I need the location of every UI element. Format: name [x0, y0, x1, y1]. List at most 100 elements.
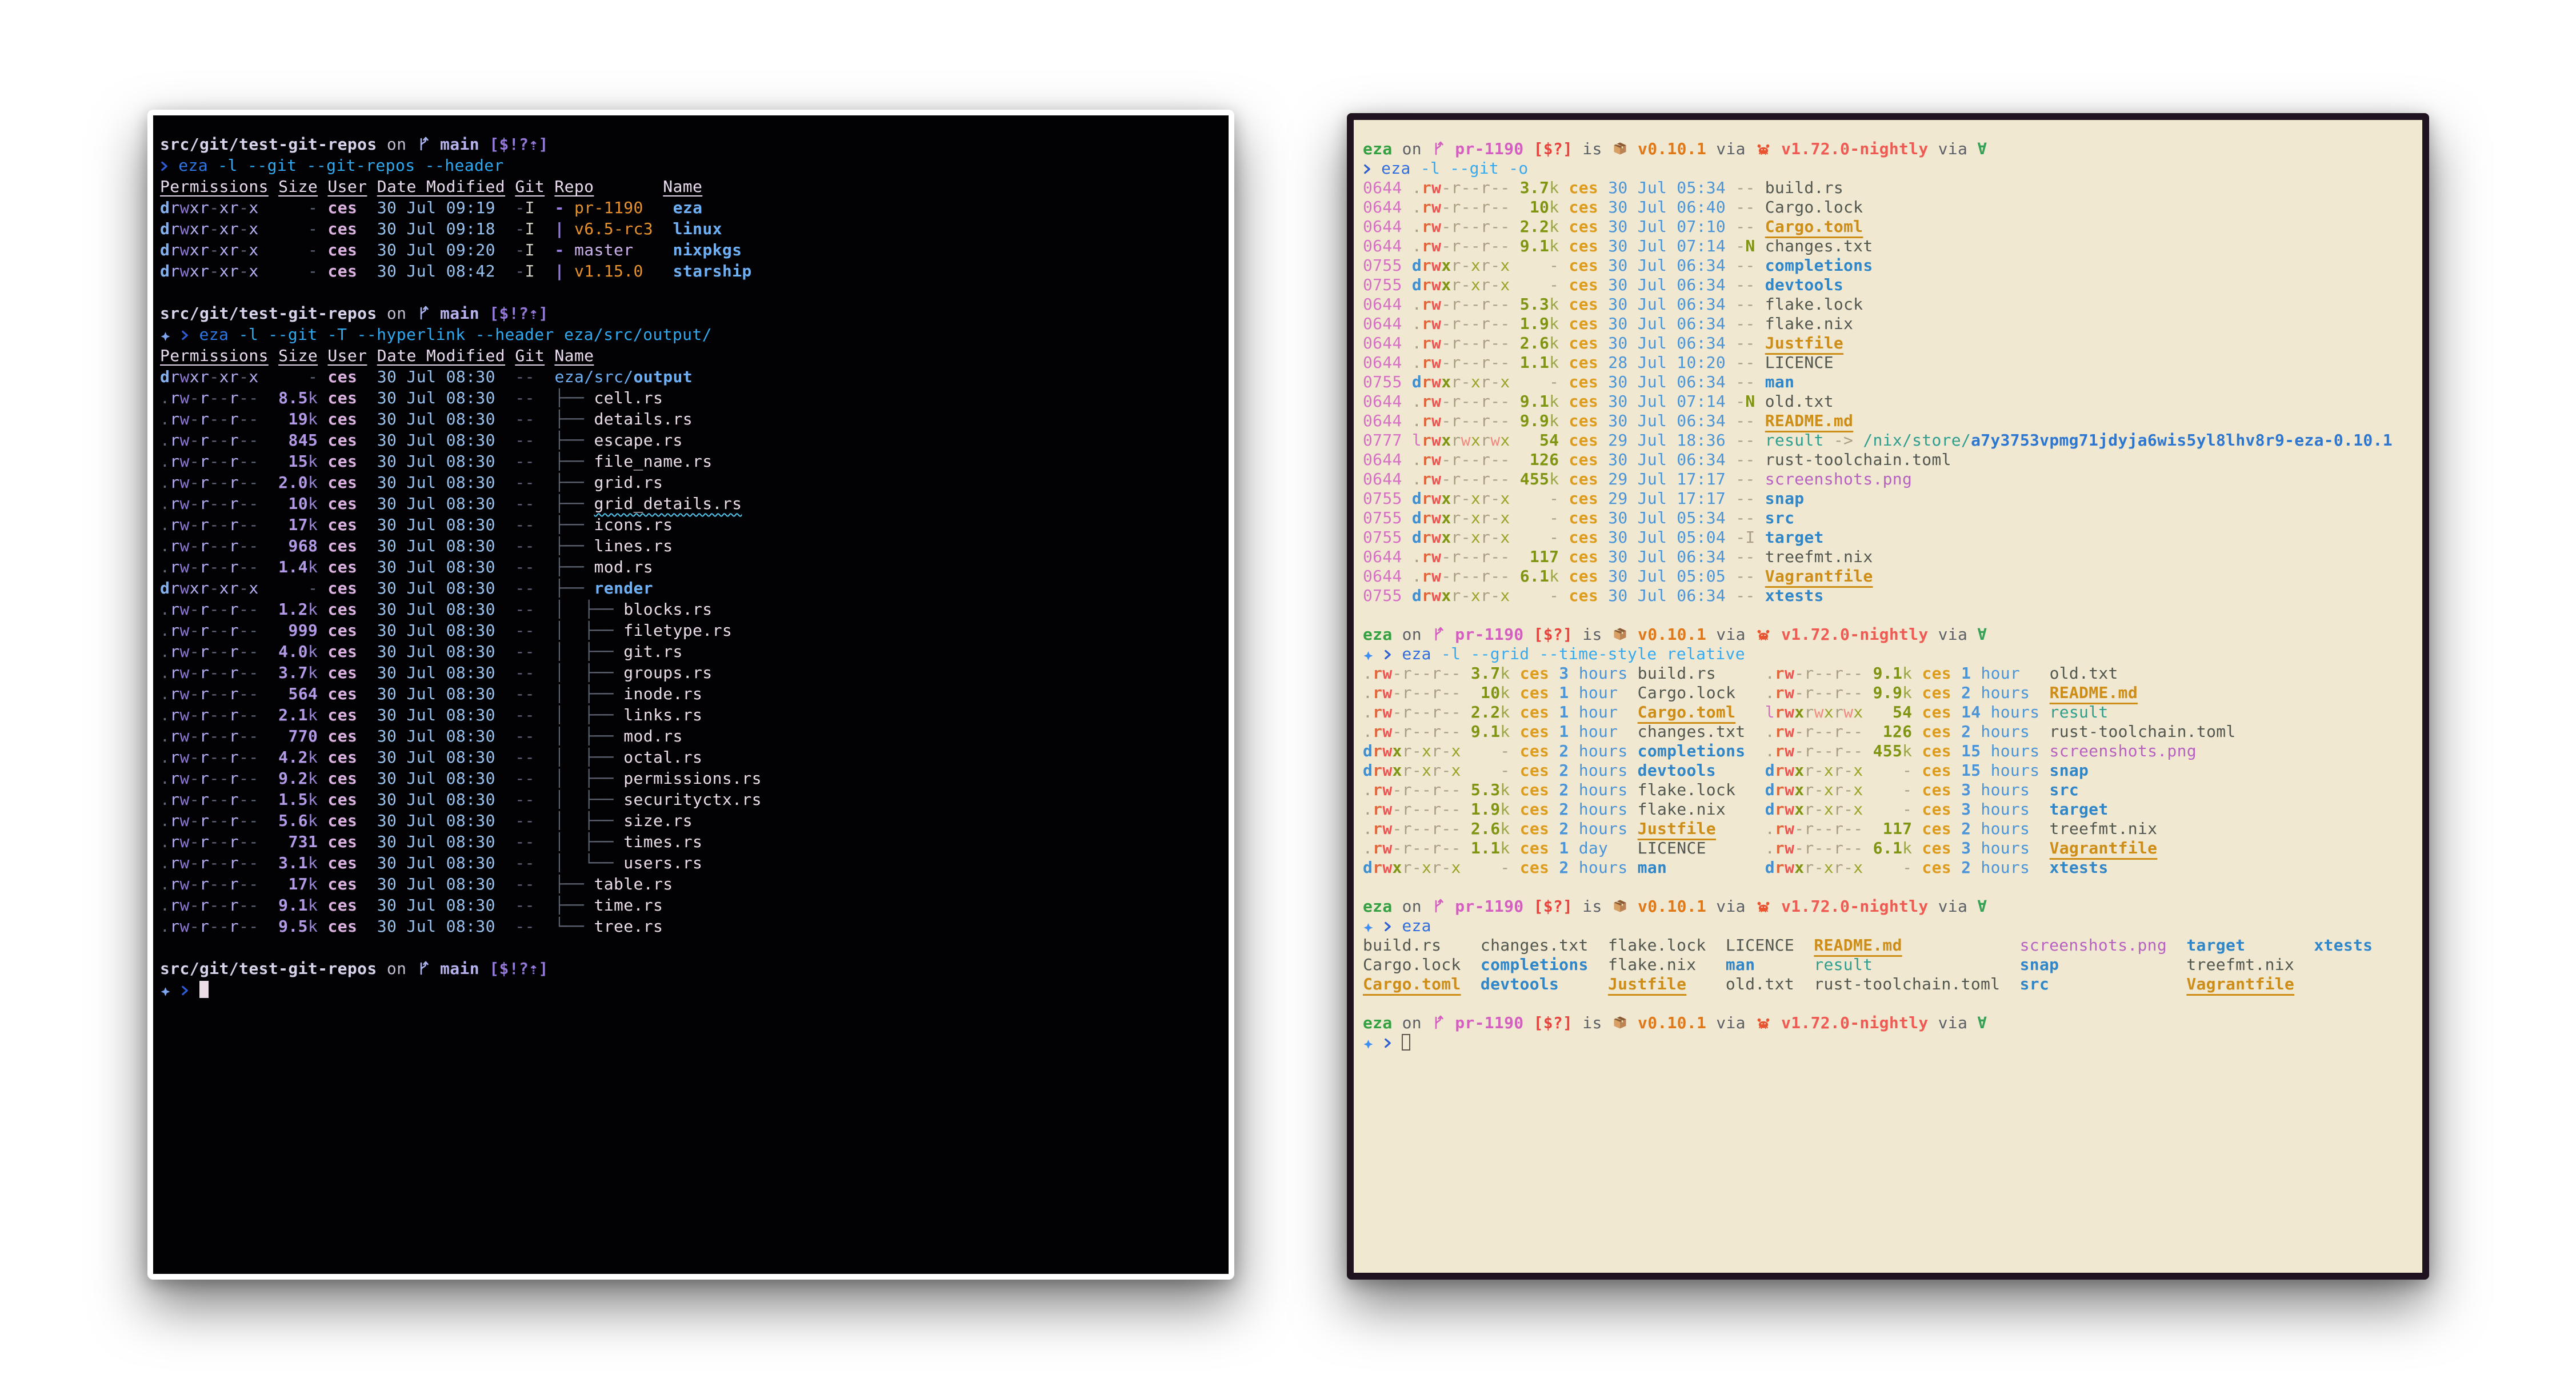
git-branch-icon [417, 136, 430, 157]
terminal-line: .rw-r--r-- 10k ces 30 Jul 08:30 -- ├── g… [160, 494, 742, 513]
terminal-line: .rw-r--r-- 999 ces 30 Jul 08:30 -- │ ├──… [160, 621, 733, 640]
terminal-line: drwxr-xr-x - ces 2 hours man drwxr-xr-x … [1363, 858, 2109, 877]
terminal-line: .rw-r--r-- 2.0k ces 30 Jul 08:30 -- ├── … [160, 473, 663, 492]
terminal-line: .rw-r--r-- 564 ces 30 Jul 08:30 -- │ ├──… [160, 684, 703, 703]
terminal-output-dark: src/git/test-git-repos on main [$!?⇡] ez… [160, 134, 1222, 1000]
terminal-line: 0644 .rw-r--r-- 126 ces 30 Jul 06:34 -- … [1363, 450, 1951, 469]
terminal-line: drwxr-xr-x - ces 2 hours completions .rw… [1363, 741, 2197, 760]
terminal-line: 0644 .rw-r--r-- 2.2k ces 30 Jul 07:10 --… [1363, 217, 1863, 236]
git-branch-icon [1431, 626, 1445, 647]
terminal-line: .rw-r--r-- 8.5k ces 30 Jul 08:30 -- ├── … [160, 388, 663, 407]
terminal-line: .rw-r--r-- 2.2k ces 1 hour Cargo.toml lr… [1363, 703, 2109, 721]
terminal-line: .rw-r--r-- 770 ces 30 Jul 08:30 -- │ ├──… [160, 727, 683, 745]
terminal-line: .rw-r--r-- 10k ces 1 hour Cargo.lock .rw… [1363, 683, 2138, 702]
terminal-line: 0644 .rw-r--r-- 117 ces 30 Jul 06:34 -- … [1363, 547, 1873, 566]
terminal-line: 0755 drwxr-xr-x - ces 30 Jul 06:34 -- de… [1363, 275, 1844, 294]
terminal-line: 0755 drwxr-xr-x - ces 30 Jul 06:34 -- ma… [1363, 372, 1795, 391]
terminal-screen-dark[interactable]: src/git/test-git-repos on main [$!?⇡] ez… [153, 115, 1229, 1274]
terminal-line: .rw-r--r-- 968 ces 30 Jul 08:30 -- ├── l… [160, 536, 673, 555]
terminal-line: eza on pr-1190 [$?] is v0.10.1 via v1.72… [1363, 897, 2413, 916]
terminal-line: .rw-r--r-- 5.3k ces 2 hours flake.lock d… [1363, 780, 2079, 799]
terminal-line: 0644 .rw-r--r-- 455k ces 29 Jul 17:17 --… [1363, 470, 1913, 488]
terminal-line: eza -l --git -o [1363, 159, 2413, 178]
terminal-line: 0644 .rw-r--r-- 1.9k ces 30 Jul 06:34 --… [1363, 314, 1854, 333]
terminal-window-light[interactable]: eza on pr-1190 [$?] is v0.10.1 via v1.72… [1347, 113, 2429, 1280]
terminal-line: Permissions Size User Date Modified Git … [160, 177, 703, 196]
prompt-chevron-icon [181, 326, 189, 347]
terminal-line: drwxr-xr-x - ces 30 Jul 09:18 -I | v6.5-… [160, 219, 722, 238]
four-point-star-icon [160, 326, 171, 347]
terminal-line: .rw-r--r-- 4.0k ces 30 Jul 08:30 -- │ ├─… [160, 642, 683, 661]
terminal-line: Permissions Size User Date Modified Git … [160, 346, 594, 365]
terminal-line: .rw-r--r-- 4.2k ces 30 Jul 08:30 -- │ ├─… [160, 748, 703, 767]
terminal-line: 0755 drwxr-xr-x - ces 30 Jul 05:04 -I ta… [1363, 528, 1824, 547]
terminal-line: .rw-r--r-- 3.7k ces 30 Jul 08:30 -- │ ├─… [160, 663, 713, 682]
terminal-line: eza -l --git --git-repos --header [160, 155, 1222, 176]
terminal-window-dark: src/git/test-git-repos on main [$!?⇡] ez… [147, 110, 1234, 1280]
git-branch-icon [1431, 898, 1445, 919]
git-branch-icon [417, 960, 430, 981]
terminal-line: 0644 .rw-r--r-- 9.1k ces 30 Jul 07:14 -N… [1363, 236, 1873, 255]
terminal-line: 0755 drwxr-xr-x - ces 30 Jul 06:34 -- xt… [1363, 586, 1824, 605]
four-point-star-icon [1363, 647, 1374, 666]
terminal-line: 0644 .rw-r--r-- 9.1k ces 30 Jul 07:14 -N… [1363, 392, 1834, 411]
terminal-line [160, 979, 1222, 1000]
prompt-chevron-icon [181, 981, 189, 1003]
terminal-line: .rw-r--r-- 9.2k ces 30 Jul 08:30 -- │ ├─… [160, 769, 762, 788]
terminal-line: eza [1363, 916, 2413, 936]
terminal-line: 0777 lrwxrwxrwx 54 ces 29 Jul 18:36 -- r… [1363, 431, 2393, 450]
terminal-line: drwxr-xr-x - ces 30 Jul 08:30 -- ├── ren… [160, 579, 654, 598]
terminal-line: src/git/test-git-repos on main [$!?⇡] [160, 303, 1222, 324]
cursor-block [199, 981, 209, 998]
terminal-line: .rw-r--r-- 1.5k ces 30 Jul 08:30 -- │ ├─… [160, 790, 762, 809]
terminal-line: 0644 .rw-r--r-- 2.6k ces 30 Jul 06:34 --… [1363, 334, 1844, 352]
terminal-line: drwxr-xr-x - ces 30 Jul 08:42 -I | v1.15… [160, 262, 752, 280]
terminal-line: 0755 drwxr-xr-x - ces 30 Jul 06:34 -- co… [1363, 256, 1873, 275]
package-icon [1612, 626, 1628, 647]
terminal-line: 0644 .rw-r--r-- 3.7k ces 30 Jul 05:34 --… [1363, 178, 1844, 197]
terminal-line: .rw-r--r-- 17k ces 30 Jul 08:30 -- ├── t… [160, 875, 673, 893]
four-point-star-icon [160, 981, 171, 1003]
terminal-line: 0644 .rw-r--r-- 1.1k ces 28 Jul 10:20 --… [1363, 353, 1834, 372]
terminal-line: 0644 .rw-r--r-- 9.9k ces 30 Jul 06:34 --… [1363, 411, 1854, 430]
terminal-line: eza -l --git -T --hyperlink --header eza… [160, 324, 1222, 345]
terminal-line: .rw-r--r-- 19k ces 30 Jul 08:30 -- ├── d… [160, 410, 693, 428]
terminal-line: .rw-r--r-- 1.4k ces 30 Jul 08:30 -- ├── … [160, 558, 654, 576]
terminal-line: drwxr-xr-x - ces 2 hours devtools drwxr-… [1363, 761, 2089, 780]
terminal-line: 0644 .rw-r--r-- 6.1k ces 30 Jul 05:05 --… [1363, 567, 1873, 586]
terminal-line: eza on pr-1190 [$?] is v0.10.1 via v1.72… [1363, 625, 2413, 644]
terminal-line: Cargo.lock completions flake.nix man res… [1363, 955, 2295, 974]
crab-icon [1755, 1016, 1771, 1035]
git-branch-icon [417, 305, 430, 326]
terminal-line: Cargo.toml devtools Justfile old.txt rus… [1363, 975, 2295, 993]
four-point-star-icon [1363, 1035, 1374, 1055]
crab-icon [1755, 627, 1771, 647]
crab-icon [1755, 142, 1771, 161]
terminal-line: drwxr-xr-x - ces 30 Jul 08:30 -- eza/src… [160, 367, 693, 386]
package-icon [1612, 1015, 1628, 1035]
terminal-line: .rw-r--r-- 1.9k ces 2 hours flake.nix dr… [1363, 800, 2109, 819]
terminal-line [1363, 1033, 2413, 1052]
terminal-line: eza -l --grid --time-style relative [1363, 644, 2413, 664]
terminal-line: .rw-r--r-- 3.1k ces 30 Jul 08:30 -- │ └─… [160, 853, 703, 872]
terminal-line: eza on pr-1190 [$?] is v0.10.1 via v1.72… [1363, 1013, 2413, 1033]
terminal-line: .rw-r--r-- 5.6k ces 30 Jul 08:30 -- │ ├─… [160, 811, 693, 830]
terminal-line: .rw-r--r-- 2.6k ces 2 hours Justfile .rw… [1363, 819, 2158, 838]
terminal-line: .rw-r--r-- 845 ces 30 Jul 08:30 -- ├── e… [160, 431, 683, 450]
terminal-line: build.rs changes.txt flake.lock LICENCE … [1363, 936, 2373, 955]
terminal-line: .rw-r--r-- 9.1k ces 1 hour changes.txt .… [1363, 722, 2236, 741]
prompt-chevron-icon [160, 157, 169, 178]
terminal-line: .rw-r--r-- 9.5k ces 30 Jul 08:30 -- └── … [160, 917, 663, 936]
cursor-outline [1402, 1034, 1411, 1051]
terminal-line: .rw-r--r-- 2.1k ces 30 Jul 08:30 -- │ ├─… [160, 705, 703, 724]
terminal-line: eza on pr-1190 [$?] is v0.10.1 via v1.72… [1363, 139, 2413, 159]
terminal-line: src/git/test-git-repos on main [$!?⇡] [160, 958, 1222, 979]
terminal-line: 0755 drwxr-xr-x - ces 30 Jul 05:34 -- sr… [1363, 508, 1795, 527]
terminal-line: 0644 .rw-r--r-- 5.3k ces 30 Jul 06:34 --… [1363, 295, 1863, 314]
git-branch-icon [1431, 1015, 1445, 1035]
